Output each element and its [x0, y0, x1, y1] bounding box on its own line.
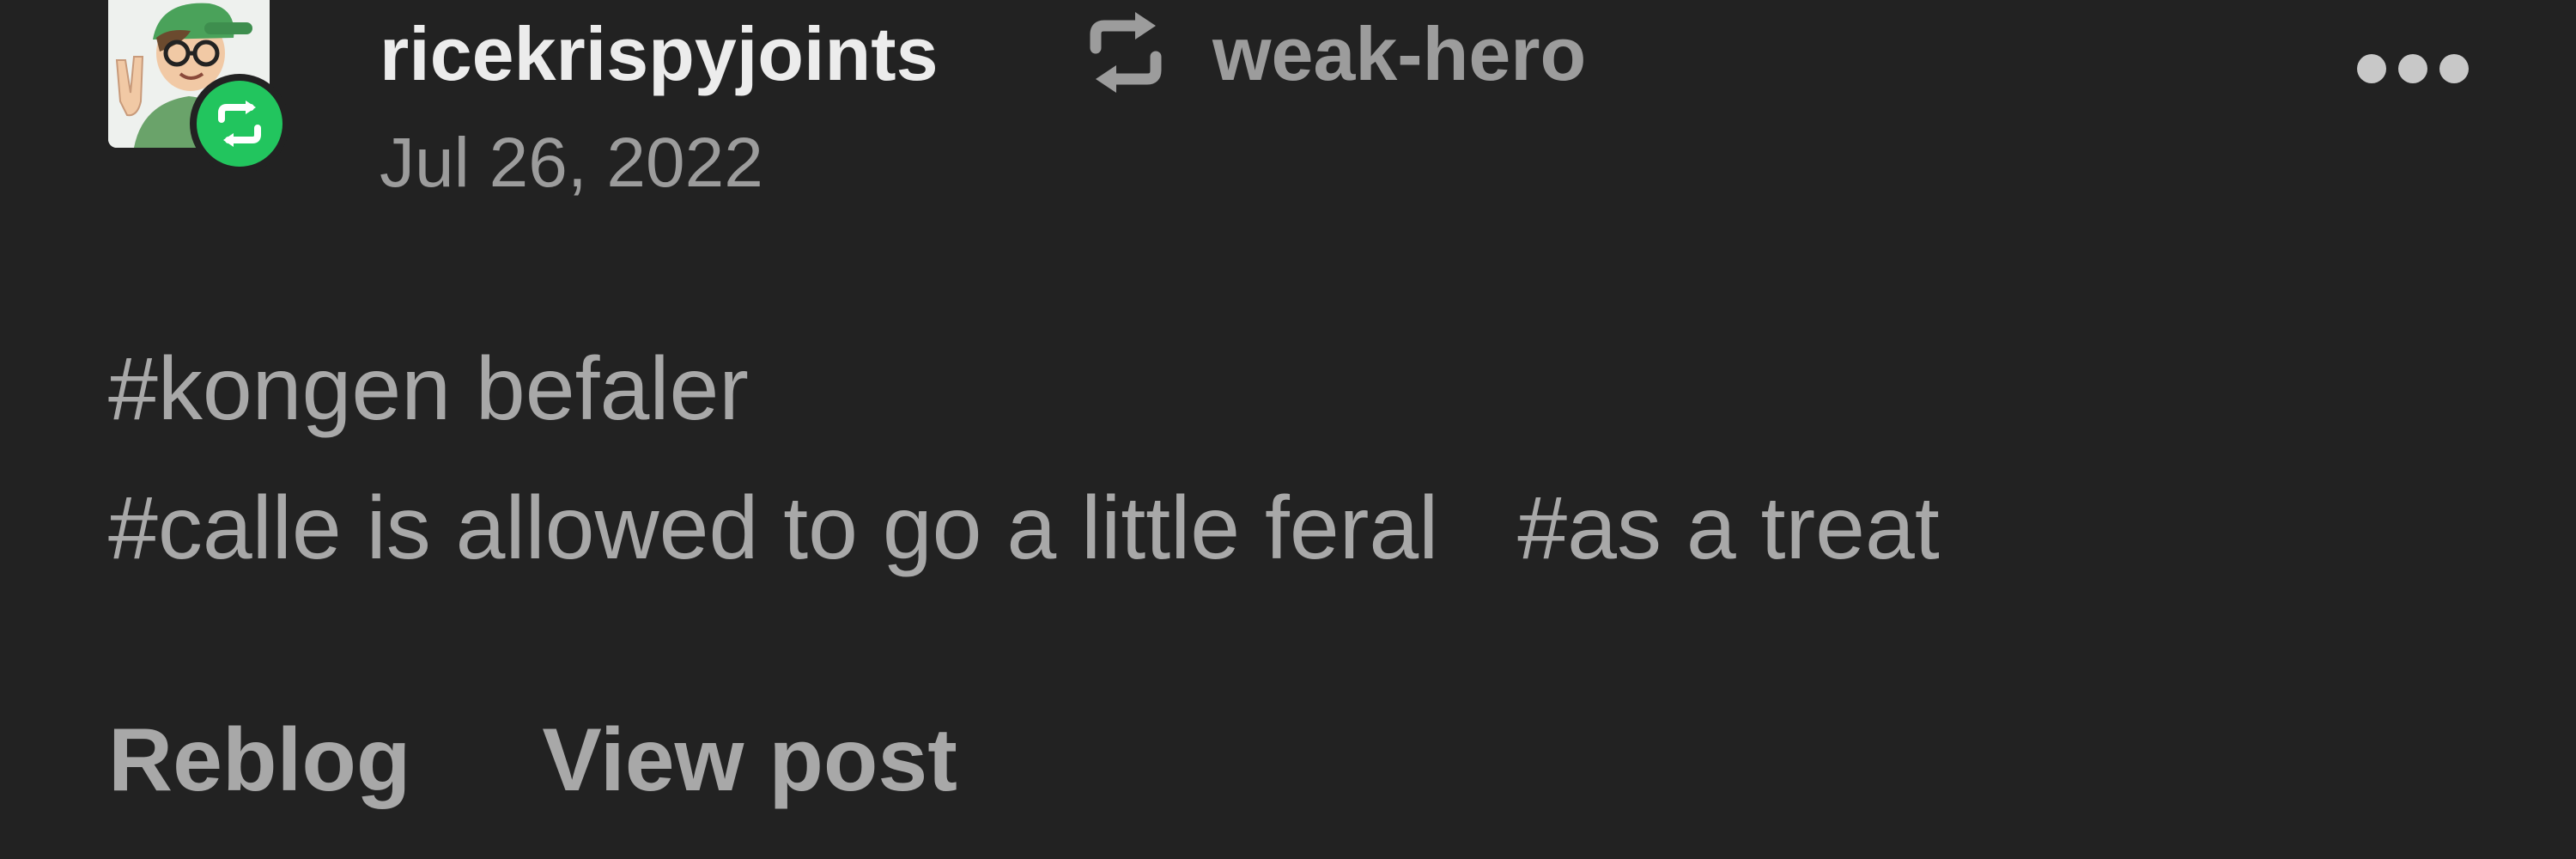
post-tags: #kongen befaler #calle is allowed to go … [108, 320, 2478, 598]
post-actions: Reblog View post [108, 704, 1064, 816]
reblogged-from-username[interactable]: weak-hero [1212, 7, 1586, 101]
post-date: Jul 26, 2022 [380, 124, 763, 202]
tag-row: #kongen befaler [108, 320, 2478, 459]
reblog-icon [1090, 12, 1162, 93]
tag-link[interactable]: #calle is allowed to go a little feral [108, 459, 1438, 598]
tag-link[interactable]: #as a treat [1517, 459, 1939, 598]
view-post-button[interactable]: View post [542, 704, 957, 816]
post-username[interactable]: ricekrispyjoints [380, 7, 939, 101]
reblog-badge-icon [218, 101, 261, 147]
reblog-button[interactable]: Reblog [108, 704, 410, 816]
tag-row: #calle is allowed to go a little feral #a… [108, 459, 2478, 598]
more-options-icon[interactable] [2354, 52, 2471, 86]
tag-link[interactable]: #kongen befaler [108, 320, 749, 459]
reblog-badge [190, 74, 289, 174]
